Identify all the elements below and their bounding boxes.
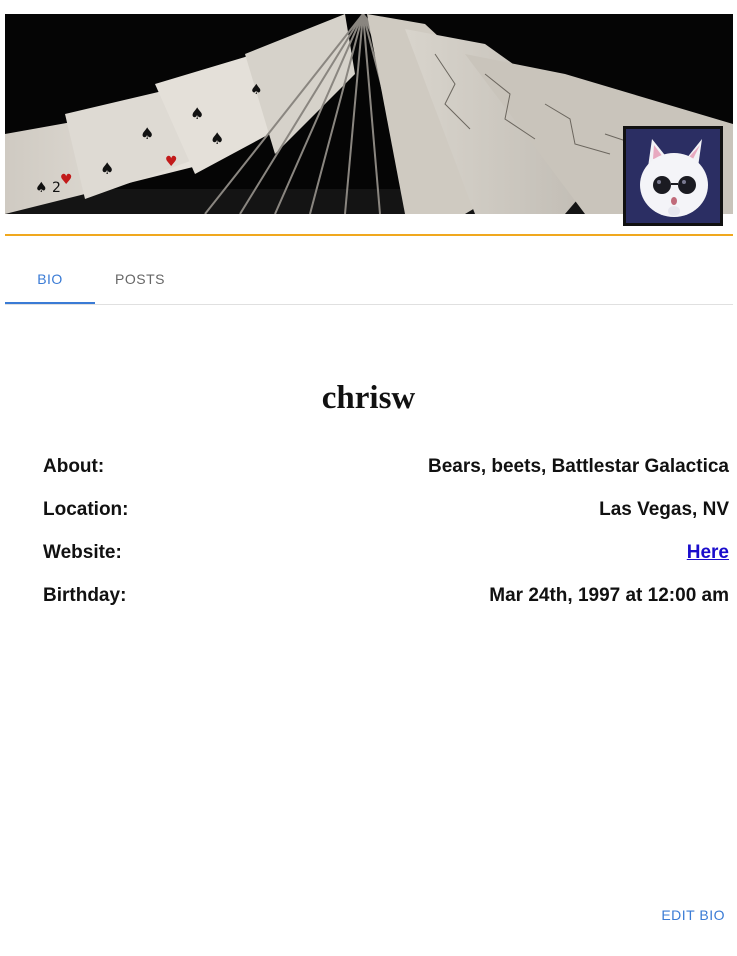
- profile-tabs: BIO POSTS: [5, 254, 733, 305]
- website-link[interactable]: Here: [687, 542, 729, 563]
- svg-text:♠: ♠: [140, 124, 154, 143]
- bio-row-website: Website: Here: [43, 542, 729, 568]
- cat-with-sunglasses-icon: [626, 129, 720, 223]
- bio-row-location: Location: Las Vegas, NV: [43, 499, 729, 525]
- about-value: Bears, beets, Battlestar Galactica: [428, 456, 729, 477]
- website-value: Here: [687, 542, 729, 564]
- avatar[interactable]: [623, 126, 723, 226]
- bio-row-birthday: Birthday: Mar 24th, 1997 at 12:00 am: [43, 585, 729, 611]
- profile-page: ♠ 2 ♥ ♠ ♠ ♥ ♠ ♠ ♠ BIO POSTS chrisw About…: [0, 0, 737, 956]
- birthday-value: Mar 24th, 1997 at 12:00 am: [489, 585, 729, 606]
- svg-text:♠: ♠: [100, 159, 114, 178]
- about-label: About:: [43, 456, 105, 477]
- website-label: Website:: [43, 542, 122, 563]
- bio-row-about: About: Bears, beets, Battlestar Galactic…: [43, 456, 729, 482]
- svg-text:♥: ♥: [60, 172, 73, 188]
- birthday-label: Birthday:: [43, 585, 127, 606]
- location-value: Las Vegas, NV: [599, 499, 729, 520]
- svg-text:♠: ♠: [250, 82, 263, 98]
- svg-text:♥: ♥: [165, 154, 178, 170]
- edit-bio-button[interactable]: EDIT BIO: [661, 907, 725, 923]
- tab-posts[interactable]: POSTS: [95, 254, 185, 304]
- location-label: Location:: [43, 499, 129, 520]
- svg-text:♠: ♠: [210, 129, 224, 148]
- profile-username: chrisw: [321, 380, 416, 416]
- tab-bio[interactable]: BIO: [5, 254, 95, 304]
- svg-text:♠ 2: ♠ 2: [35, 180, 61, 196]
- header-divider: [5, 234, 733, 236]
- svg-text:♠: ♠: [190, 104, 204, 123]
